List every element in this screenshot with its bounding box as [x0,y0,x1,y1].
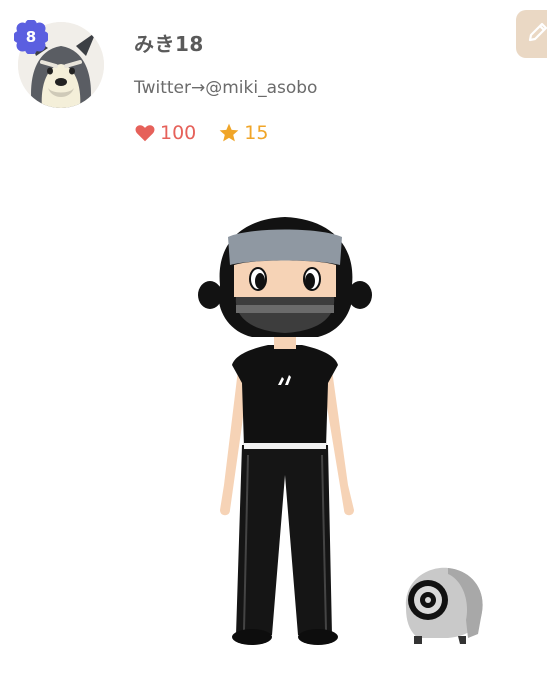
likes-count: 100 [160,122,197,144]
edit-profile-button[interactable] [516,10,547,58]
level-badge: 8 [13,19,49,55]
profile-avatar-group[interactable]: 8 [13,19,106,110]
profile-bio: Twitter→@miki_asobo [134,78,318,98]
pencil-icon [528,22,547,42]
stars-stat[interactable]: 15 [218,122,268,144]
stars-count: 15 [244,122,269,144]
level-number: 8 [25,28,37,46]
likes-stat[interactable]: 100 [134,122,196,144]
pet-creature-illustration [405,567,483,644]
profile-stats: 100 15 [134,122,290,144]
avatar-character-illustration [198,217,372,645]
username: みき18 [134,32,204,56]
star-icon [219,123,239,142]
heart-icon [135,125,155,142]
